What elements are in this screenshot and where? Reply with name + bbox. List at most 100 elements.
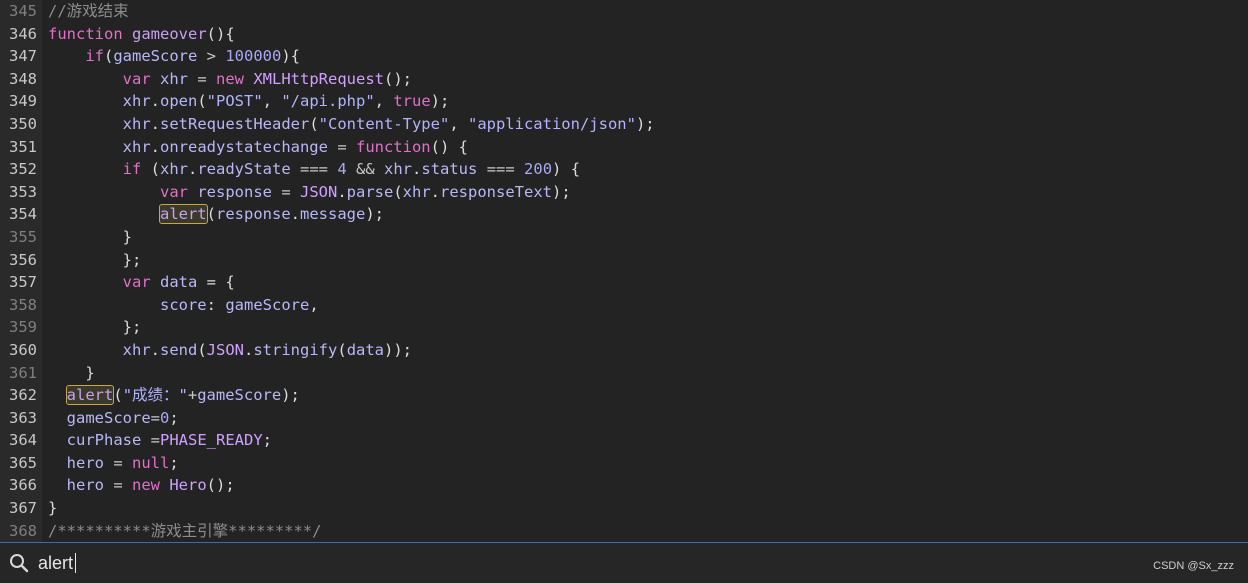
code-token: : <box>206 295 226 314</box>
code-line[interactable]: 347 if(gameScore > 100000){ <box>0 45 1248 68</box>
code-editor[interactable]: 345//游戏结束 346 function gameover(){347 if(g… <box>0 0 1248 542</box>
code-line[interactable]: 365 hero = null; <box>0 452 1248 475</box>
code-token: ( <box>337 340 347 359</box>
code-token: send <box>160 340 198 359</box>
code-line[interactable]: 368 /**********游戏主引擎*********/ <box>0 520 1248 542</box>
code-token: === <box>477 160 525 179</box>
code-token: open <box>160 92 198 111</box>
line-number: 368 <box>9 521 37 540</box>
code-token: xhr <box>122 137 151 156</box>
code-line[interactable]: 350 xhr.setRequestHeader("Content-Type",… <box>0 113 1248 136</box>
code-line[interactable]: 356 }; <box>0 249 1248 272</box>
code-line[interactable]: 345 //游戏结束 <box>0 0 1248 23</box>
code-token: } <box>48 227 132 246</box>
code-token: JSON <box>206 340 244 359</box>
code-text: alert(response.message); <box>48 203 384 226</box>
code-token: . <box>430 182 441 201</box>
code-token: xhr <box>402 182 431 201</box>
code-token: ( <box>141 160 160 179</box>
code-line[interactable]: 351 xhr.onreadystatechange = function() … <box>0 136 1248 159</box>
code-token: 200 <box>524 160 553 179</box>
code-token: = <box>141 431 160 450</box>
code-token: = <box>150 408 161 427</box>
code-token: . <box>188 160 198 179</box>
code-line[interactable]: 360 xhr.send(JSON.stringify(data)); <box>0 339 1248 362</box>
code-token: JSON <box>299 182 338 201</box>
watermark: CSDN @Sx_zzz <box>1153 560 1234 572</box>
code-token: hero <box>66 453 104 472</box>
code-token: = { <box>197 273 235 292</box>
line-number: 350 <box>9 114 37 133</box>
code-line[interactable]: 366 hero = new Hero(); <box>0 474 1248 497</box>
code-line[interactable]: 357 var data = { <box>0 271 1248 294</box>
code-token: new <box>132 476 160 495</box>
code-token: . <box>150 114 160 133</box>
code-token: ) { <box>552 160 581 179</box>
code-token: 0 <box>160 408 170 427</box>
code-line[interactable]: 346 function gameover(){ <box>0 23 1248 46</box>
code-line[interactable]: 362 alert("成绩："+gameScore); <box>0 384 1248 407</box>
line-number: 345 <box>9 2 37 20</box>
code-line[interactable]: 364 curPhase =PHASE_READY; <box>0 429 1248 452</box>
code-token: ( <box>104 47 114 66</box>
code-text: xhr.setRequestHeader("Content-Type", "ap… <box>48 113 655 136</box>
code-token: "/api.php" <box>281 92 375 111</box>
code-text: gameScore=0; <box>48 407 179 430</box>
code-token: xhr <box>160 69 188 88</box>
code-token: xhr <box>122 114 151 133</box>
search-icon[interactable] <box>8 552 30 574</box>
code-line[interactable]: 348 var xhr = new XMLHttpRequest(); <box>0 68 1248 91</box>
code-token: = <box>271 182 300 201</box>
code-token: ); <box>281 386 300 405</box>
code-token: . <box>337 182 347 201</box>
code-token: ( <box>393 182 403 201</box>
code-text: curPhase =PHASE_READY; <box>48 429 272 452</box>
code-token: response <box>216 205 291 224</box>
line-number: 358 <box>9 295 37 314</box>
code-token: . <box>244 340 254 359</box>
code-token: new <box>216 69 244 88</box>
search-input[interactable] <box>38 549 938 577</box>
code-token: ( <box>197 92 207 111</box>
code-token: score <box>159 295 207 314</box>
code-token: XMLHttpRequest <box>253 69 384 88</box>
code-token: ( <box>197 340 207 359</box>
code-line[interactable]: 367} <box>0 497 1248 520</box>
code-token: . <box>150 340 160 359</box>
code-line[interactable]: 363 gameScore=0; <box>0 407 1248 430</box>
code-token: ){ <box>281 47 301 66</box>
code-token: } <box>48 499 58 518</box>
code-token: ); <box>430 92 450 111</box>
search-match-highlight: alert <box>158 204 208 225</box>
code-token: "Content-Type" <box>318 114 450 133</box>
code-line[interactable]: 361 } <box>0 362 1248 385</box>
code-token: gameScore <box>197 386 282 405</box>
line-number: 360 <box>9 340 37 359</box>
line-number: 347 <box>9 47 37 66</box>
code-area[interactable]: 345//游戏结束 346 function gameover(){347 if(g… <box>0 0 1248 542</box>
line-number: 356 <box>9 250 37 269</box>
code-line[interactable]: 353 var response = JSON.parse(xhr.respon… <box>0 181 1248 204</box>
code-text: alert("成绩："+gameScore); <box>48 384 300 407</box>
code-line[interactable]: 355 } <box>0 226 1248 249</box>
code-line[interactable]: 358 score: gameScore, <box>0 294 1248 317</box>
code-line[interactable]: 352 if (xhr.readyState === 4 && xhr.stat… <box>0 158 1248 181</box>
code-text: var xhr = new XMLHttpRequest(); <box>48 68 412 91</box>
code-line[interactable]: 349 xhr.open("POST", "/api.php", true); <box>0 90 1248 113</box>
line-number: 353 <box>9 182 37 201</box>
code-token: ; <box>169 408 179 427</box>
code-line[interactable]: 354 alert(response.message); <box>0 203 1248 226</box>
code-token: ( <box>309 114 319 133</box>
code-text: }; <box>48 249 142 272</box>
code-text: } <box>48 362 94 385</box>
code-line[interactable]: 359 }; <box>0 316 1248 339</box>
code-token: status <box>421 160 478 179</box>
code-token: null <box>132 453 170 472</box>
code-text: }; <box>48 316 142 339</box>
code-token: var <box>122 69 151 88</box>
